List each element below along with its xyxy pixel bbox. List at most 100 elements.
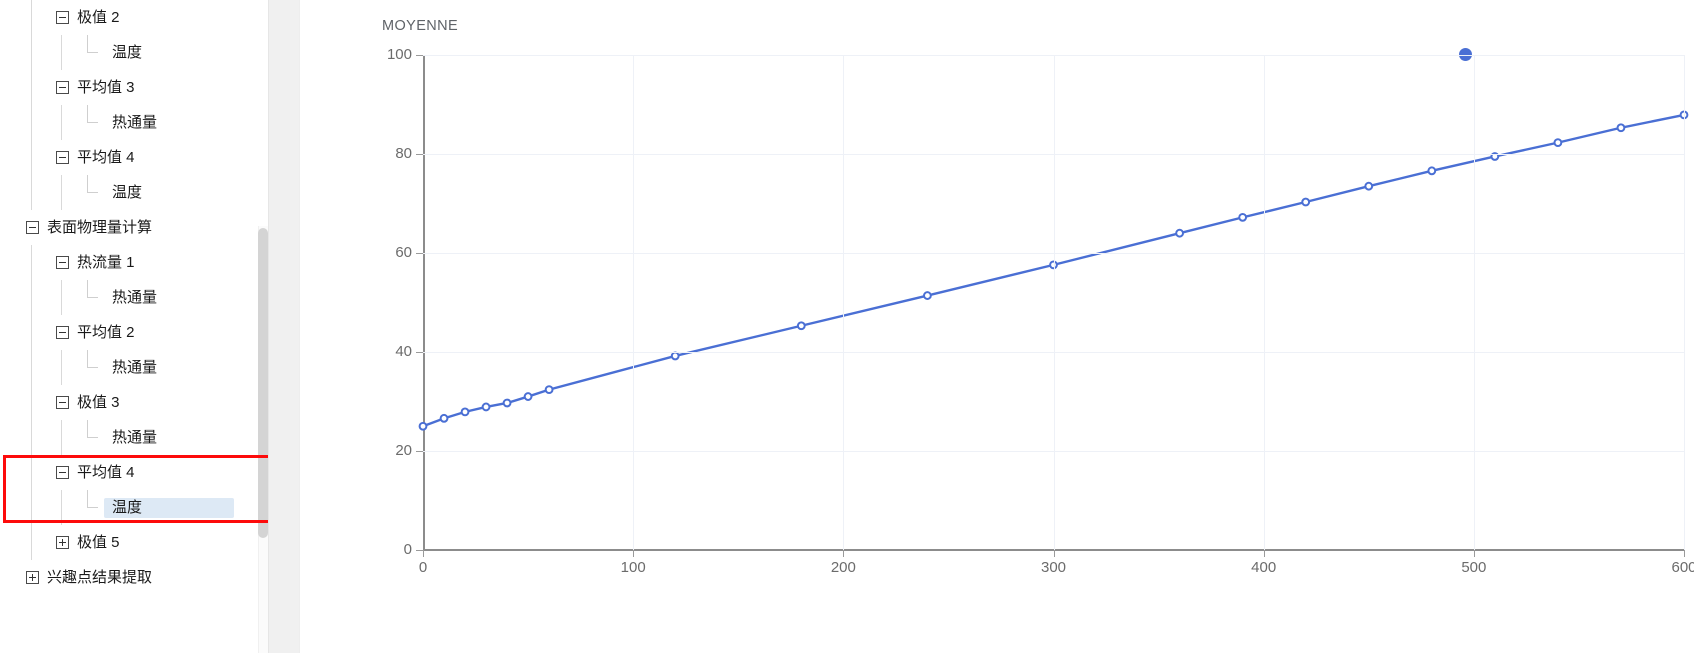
chart-data-point[interactable] [923, 291, 932, 300]
tree-item-label[interactable]: 热通量 [104, 288, 163, 308]
chart-x-tick-label: 500 [1461, 559, 1487, 576]
chart-gridline-v [843, 55, 845, 550]
tree-guide-line [31, 315, 32, 350]
tree-item-label[interactable]: 热流量 1 [69, 253, 141, 273]
tree-item-wendu-3[interactable]: 温度 [0, 490, 268, 525]
tree-item-reliuliang-1[interactable]: 热流量 1 [0, 245, 268, 280]
tree-item-label[interactable]: 平均值 2 [69, 323, 141, 343]
chart-data-point[interactable] [439, 413, 449, 423]
tree-item-label[interactable]: 温度 [104, 43, 148, 63]
tree-item-biaomian[interactable]: 表面物理量计算 [0, 210, 268, 245]
chart-plot-area[interactable]: 0 20 40 60 80 100 0 100 200 300 400 500 600 [387, 46, 1694, 576]
tree-elbow-icon [84, 175, 104, 210]
chart-x-tick-mark [633, 550, 635, 557]
tree-item-label[interactable]: 兴趣点结果提取 [39, 568, 158, 588]
expand-icon[interactable] [56, 536, 69, 549]
chart-data-point[interactable] [670, 351, 680, 361]
tree-item-label[interactable]: 热通量 [104, 113, 163, 133]
chart-gridline-v [633, 55, 635, 550]
chart-data-point[interactable] [481, 402, 491, 412]
collapse-icon[interactable] [56, 11, 69, 24]
tree-item-retongliang-4[interactable]: 热通量 [0, 420, 268, 455]
tree-guide-line [31, 455, 32, 490]
panel-divider [268, 0, 300, 653]
collapse-icon[interactable] [26, 221, 39, 234]
tree-item-wendu-2[interactable]: 温度 [0, 175, 268, 210]
chart-data-point[interactable] [796, 321, 806, 331]
tree-item-label[interactable]: 极值 5 [69, 533, 126, 553]
chart-x-tick-mark [1053, 550, 1055, 557]
chart-y-tick-mark [416, 253, 423, 254]
tree-item-label[interactable]: 表面物理量计算 [39, 218, 158, 238]
sidebar-scrollbar-track[interactable] [258, 0, 268, 653]
tree-item-retongliang-1[interactable]: 热通量 [0, 105, 268, 140]
tree-guide-line [31, 35, 32, 70]
collapse-icon[interactable] [56, 81, 69, 94]
chart-data-point[interactable] [460, 407, 470, 417]
tree-item-label[interactable]: 平均值 3 [69, 78, 141, 98]
tree-guide-line [61, 490, 62, 525]
tree-guide-line [31, 385, 32, 420]
tree-item-label[interactable]: 极值 2 [69, 8, 126, 28]
tree-item-label[interactable]: 温度 [104, 497, 235, 518]
chart-data-point[interactable] [544, 385, 554, 395]
collapse-icon[interactable] [56, 256, 69, 269]
tree-item-pingjun-3[interactable]: 平均值 3 [0, 70, 268, 105]
chart-data-point[interactable] [1427, 166, 1437, 176]
chart-y-axis-label: MOYENNE [382, 18, 459, 34]
tree-item-label[interactable]: 热通量 [104, 358, 163, 378]
tree-item-label[interactable]: 温度 [104, 183, 148, 203]
tree-guide-line [61, 420, 62, 455]
tree-guide-line [31, 105, 32, 140]
chart-data-point[interactable] [1553, 138, 1563, 148]
tree-item-wendu-1[interactable]: 温度 [0, 35, 268, 70]
chart-data-point[interactable] [418, 421, 428, 431]
tree-item-jizhi-2[interactable]: 极值 2 [0, 0, 268, 35]
chart-data-point[interactable] [523, 392, 533, 401]
chart-data-point[interactable] [1238, 212, 1248, 222]
tree-item-xingqudian[interactable]: 兴趣点结果提取 [0, 560, 268, 595]
results-tree-sidebar[interactable]: 极值 2 温度 平均值 3 热通量 平均值 4 温度 表面物理量计算 热流量 1 热通量 平均值 … [0, 0, 268, 653]
tree-guide-line [61, 280, 62, 315]
chart-x-tick-label: 100 [620, 559, 646, 576]
tree-item-retongliang-3[interactable]: 热通量 [0, 350, 268, 385]
collapse-icon[interactable] [56, 326, 69, 339]
chart-x-tick-mark [1263, 550, 1265, 557]
chart-data-point[interactable] [1175, 228, 1184, 238]
collapse-icon[interactable] [56, 396, 69, 409]
tree-item-label[interactable]: 平均值 4 [69, 463, 141, 483]
tree-guide-line [31, 420, 32, 455]
tree-guide-line [31, 70, 32, 105]
chart-data-point[interactable] [1364, 181, 1374, 191]
results-tree[interactable]: 极值 2 温度 平均值 3 热通量 平均值 4 温度 表面物理量计算 热流量 1 热通量 平均值 … [0, 0, 268, 595]
tree-elbow-icon [84, 35, 104, 70]
tree-item-pingjun-2[interactable]: 平均值 2 [0, 315, 268, 350]
chart-x-tick-label: 400 [1251, 559, 1277, 576]
tree-item-jizhi-3[interactable]: 极值 3 [0, 385, 268, 420]
tree-elbow-icon [84, 420, 104, 455]
chart-data-point[interactable] [1616, 123, 1626, 133]
sidebar-scrollbar-thumb[interactable] [258, 228, 268, 538]
collapse-icon[interactable] [56, 466, 69, 479]
tree-item-label[interactable]: 平均值 4 [69, 148, 141, 168]
tree-guide-line [31, 245, 32, 280]
collapse-icon[interactable] [56, 151, 69, 164]
tree-guide-line [61, 105, 62, 140]
expand-icon[interactable] [26, 571, 39, 584]
tree-item-jizhi-5[interactable]: 极值 5 [0, 525, 268, 560]
sidebar-scrollbar-gap [258, 0, 268, 226]
tree-item-pingjun-4a[interactable]: 平均值 4 [0, 140, 268, 175]
tree-guide-line [31, 175, 32, 210]
chart-gridline-v [1473, 55, 1475, 550]
chart-x-tick-label: 300 [1040, 559, 1067, 576]
tree-item-retongliang-2[interactable]: 热通量 [0, 280, 268, 315]
chart-x-tick-mark [1684, 550, 1685, 557]
tree-item-label[interactable]: 极值 3 [69, 393, 126, 413]
chart-data-point[interactable] [1301, 197, 1311, 207]
chart-y-tick-mark [416, 550, 423, 551]
chart-data-point[interactable] [502, 398, 512, 408]
chart-x-tick-mark [423, 550, 424, 557]
chart-y-tick-label: 40 [395, 343, 412, 360]
tree-item-label[interactable]: 热通量 [104, 428, 163, 448]
tree-item-pingjun-4b[interactable]: 平均值 4 [0, 455, 268, 490]
